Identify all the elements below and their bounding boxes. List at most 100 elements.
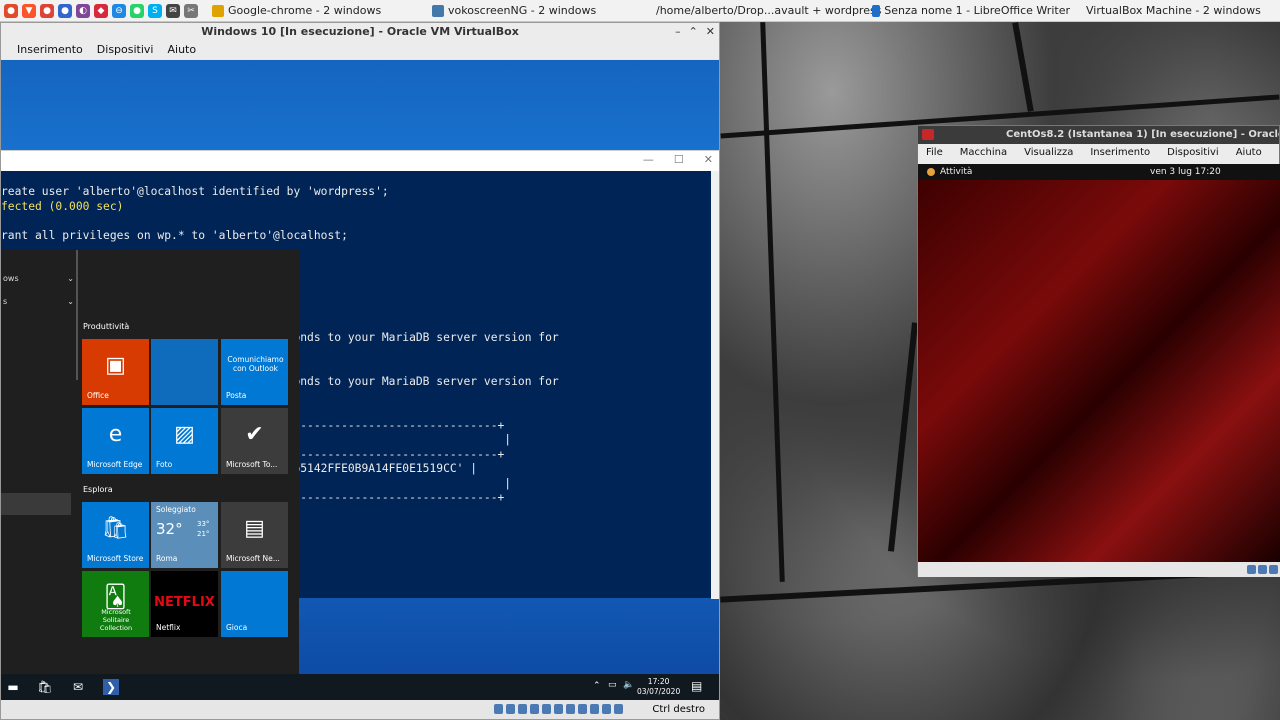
start-menu[interactable]: ows ⌄ s ⌄ Produttività Esplora ▣ Office Comu… (1, 250, 299, 674)
console-maximize-icon[interactable]: ☐ (674, 153, 684, 166)
menu-dispositivi[interactable]: Dispositivi (97, 41, 154, 59)
shared-folder-icon[interactable] (554, 704, 563, 714)
centos-menu-file[interactable]: File (926, 144, 943, 162)
weather-temp: 32° (156, 520, 183, 538)
tile-edge[interactable]: e Microsoft Edge (82, 408, 149, 474)
console-close-icon[interactable]: ✕ (704, 153, 713, 166)
app-list-item[interactable]: s ⌄ (1, 293, 76, 310)
notification-icon[interactable]: ▤ (691, 679, 702, 693)
menu-aiuto[interactable]: Aiuto (168, 41, 197, 59)
tile-label: Microsoft Edge (87, 460, 143, 469)
app-list-scrollbar[interactable] (76, 250, 78, 380)
store-icon: 🛍 (101, 516, 130, 541)
host-key-label: Ctrl destro (652, 704, 705, 715)
tor-icon[interactable]: ◐ (76, 3, 90, 18)
recording-icon[interactable] (578, 704, 587, 714)
centos-guest-screen[interactable]: Attività ven 3 lug 17:20 (918, 164, 1280, 562)
host-task-item[interactable]: VirtualBox Machine - 2 windows (1076, 0, 1266, 22)
whatsapp-icon[interactable]: ● (130, 3, 144, 18)
taskbar-clock[interactable]: 17:20 03/07/2020 (637, 677, 680, 697)
firefox-icon[interactable]: ● (58, 3, 72, 18)
virtualbox-windows10-window[interactable]: Windows 10 [In esecuzione] - Oracle VM V… (0, 22, 720, 720)
mouse-icon[interactable] (602, 704, 611, 714)
guest-screen[interactable]: — ☐ ✕ reate user 'alberto'@localhost ide… (1, 60, 719, 700)
volume-icon[interactable]: 🔈 (623, 680, 634, 690)
chrome-icon[interactable]: ● (4, 3, 18, 18)
centos-menu-inserimento[interactable]: Inserimento (1090, 144, 1150, 162)
tray-chevron-icon[interactable]: ⌃ (593, 681, 601, 691)
launcher-bar: ● ▼ ● ● ◐ ◆ ⊖ ● S ✉ ✂ (0, 3, 198, 18)
office-icon: ▣ (105, 353, 126, 378)
console-minimize-icon[interactable]: — (643, 153, 654, 166)
weather-high: 33° (197, 520, 210, 528)
display-icon[interactable] (566, 704, 575, 714)
activities-button[interactable]: Attività (940, 164, 972, 180)
edge-icon: e (108, 422, 123, 447)
brave-icon[interactable]: ▼ (22, 3, 36, 18)
powershell-icon[interactable]: ❯ (103, 679, 119, 695)
pocket-icon[interactable]: ◆ (94, 3, 108, 18)
console-scrollbar[interactable] (711, 171, 719, 599)
chrome-alt-icon[interactable]: ● (40, 3, 54, 18)
optical-icon[interactable] (506, 704, 515, 714)
audio-icon[interactable] (518, 704, 527, 714)
app-list-item[interactable]: ows ⌄ (1, 270, 76, 287)
start-app-list[interactable]: ows ⌄ s ⌄ (1, 250, 76, 674)
tile-games[interactable]: Gioca (221, 571, 288, 637)
tools-icon[interactable]: ✂ (184, 3, 198, 18)
usb-icon[interactable] (542, 704, 551, 714)
virtualbox-centos-window[interactable]: CentOs8.2 (Istantanea 1) [In esecuzione]… (917, 125, 1280, 577)
host-task-item[interactable]: /home/alberto/Drop...avault + wordpress (646, 0, 881, 22)
tile-label: Posta (226, 391, 247, 400)
tile-news[interactable]: ▤ Microsoft Ne... (221, 502, 288, 568)
maximize-icon[interactable]: ⌃ (689, 23, 698, 41)
tile-store[interactable]: 🛍 Microsoft Store (82, 502, 149, 568)
store-taskbar-icon[interactable]: 🛍 (37, 679, 53, 695)
centos-hdd-icon[interactable] (1247, 565, 1256, 574)
tile-solitaire[interactable]: 🂡 Microsoft Solitaire Collection (82, 571, 149, 637)
screenshot-icon[interactable]: ⊖ (112, 3, 126, 18)
skype-icon[interactable]: S (148, 3, 162, 18)
keyboard-icon[interactable] (614, 704, 623, 714)
cpu-icon[interactable] (590, 704, 599, 714)
minimize-icon[interactable]: – (675, 23, 681, 41)
tile-label: Foto (156, 460, 173, 469)
tile-office[interactable]: ▣ Office (82, 339, 149, 405)
explorer-icon[interactable]: ▬ (5, 679, 21, 695)
network-status-icon[interactable] (530, 704, 539, 714)
close-icon[interactable]: ✕ (706, 23, 715, 41)
mail-icon[interactable]: ✉ (166, 3, 180, 18)
host-task-item[interactable]: Google-chrome - 2 windows (206, 0, 426, 22)
network-icon[interactable]: ▭ (608, 680, 617, 690)
solitaire-icon: 🂡 (104, 585, 127, 610)
window-titlebar[interactable]: Windows 10 [In esecuzione] - Oracle VM V… (1, 23, 719, 41)
selected-app-item[interactable] (1, 493, 71, 515)
tile-office-apps[interactable] (151, 339, 218, 405)
vbox-statusbar: Ctrl destro (1, 700, 719, 719)
centos-menubar: File Macchina Visualizza Inserimento Dis… (918, 144, 1279, 162)
tile-photos[interactable]: ▨ Foto (151, 408, 218, 474)
host-task-item[interactable]: Senza nome 1 - LibreOffice Writer (866, 0, 1076, 22)
host-task-label: VirtualBox Machine - 2 windows (1086, 4, 1261, 17)
centos-menu-aiuto[interactable]: Aiuto (1236, 144, 1262, 162)
centos-audio-icon[interactable] (1269, 565, 1278, 574)
centos-optical-icon[interactable] (1258, 565, 1267, 574)
menu-inserimento[interactable]: Inserimento (17, 41, 83, 59)
gnome-clock[interactable]: ven 3 lug 17:20 (1150, 164, 1221, 180)
tile-label: Netflix (156, 623, 181, 632)
host-task-item[interactable]: vokoscreenNG - 2 windows (426, 0, 646, 22)
centos-titlebar[interactable]: CentOs8.2 (Istantanea 1) [In esecuzione]… (918, 126, 1279, 144)
tile-mail-tile[interactable]: Comunichiamo con Outlook Posta (221, 339, 288, 405)
weather-condition: Soleggiato (156, 505, 196, 514)
centos-menu-visualizza[interactable]: Visualizza (1024, 144, 1073, 162)
console-titlebar[interactable]: — ☐ ✕ (1, 151, 719, 171)
hdd-icon[interactable] (494, 704, 503, 714)
tile-weather[interactable]: Soleggiato 32° 33° 21° Roma (151, 502, 218, 568)
virtualbox-icon (922, 129, 934, 140)
centos-menu-macchina[interactable]: Macchina (960, 144, 1007, 162)
tile-netflix[interactable]: NETFLIX Netflix (151, 571, 218, 637)
mail-taskbar-icon[interactable]: ✉ (70, 679, 86, 695)
tile-todo[interactable]: ✔ Microsoft To... (221, 408, 288, 474)
centos-menu-dispositivi[interactable]: Dispositivi (1167, 144, 1219, 162)
